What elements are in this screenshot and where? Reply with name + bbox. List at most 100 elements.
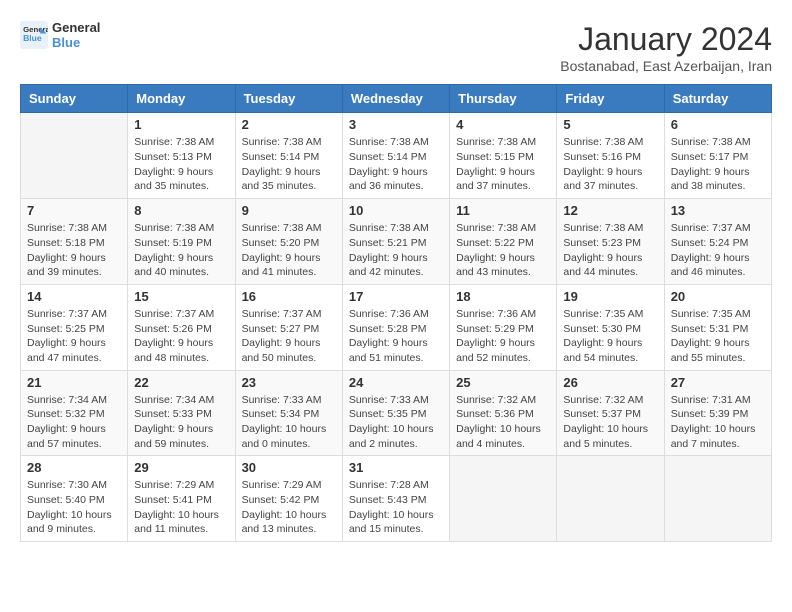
day-number: 10 <box>349 203 443 218</box>
day-info: Sunrise: 7:32 AMSunset: 5:37 PMDaylight:… <box>563 393 657 452</box>
calendar-body: 1Sunrise: 7:38 AMSunset: 5:13 PMDaylight… <box>21 113 772 542</box>
week-row-5: 28 Sunrise: 7:30 AMSunset: 5:40 PMDayligh… <box>21 456 772 542</box>
calendar-cell-w4-d2: 22 Sunrise: 7:34 AMSunset: 5:33 PMDayligh… <box>128 370 235 456</box>
day-info: Sunrise: 7:34 AMSunset: 5:32 PMDaylight:… <box>27 393 121 452</box>
day-number: 20 <box>671 289 765 304</box>
day-info: Sunrise: 7:38 AMSunset: 5:17 PMDaylight:… <box>671 135 765 194</box>
header-row: Sunday Monday Tuesday Wednesday Thursday… <box>21 85 772 113</box>
calendar-cell-w3-d7: 20 Sunrise: 7:35 AMSunset: 5:31 PMDayligh… <box>664 284 771 370</box>
day-number: 19 <box>563 289 657 304</box>
svg-text:Blue: Blue <box>23 33 42 43</box>
day-number: 5 <box>563 117 657 132</box>
header-wednesday: Wednesday <box>342 85 449 113</box>
day-number: 31 <box>349 460 443 475</box>
day-number: 16 <box>242 289 336 304</box>
day-number: 24 <box>349 375 443 390</box>
calendar-cell-w3-d6: 19 Sunrise: 7:35 AMSunset: 5:30 PMDayligh… <box>557 284 664 370</box>
day-info: Sunrise: 7:37 AMSunset: 5:25 PMDaylight:… <box>27 307 121 366</box>
day-info: Sunrise: 7:32 AMSunset: 5:36 PMDaylight:… <box>456 393 550 452</box>
calendar-cell-w1-d1 <box>21 113 128 199</box>
header-friday: Friday <box>557 85 664 113</box>
logo: General Blue General Blue <box>20 20 100 50</box>
day-number: 27 <box>671 375 765 390</box>
day-number: 17 <box>349 289 443 304</box>
calendar-cell-w3-d1: 14 Sunrise: 7:37 AMSunset: 5:25 PMDayligh… <box>21 284 128 370</box>
day-info: Sunrise: 7:30 AMSunset: 5:40 PMDaylight:… <box>27 478 121 537</box>
calendar-cell-w1-d2: 1Sunrise: 7:38 AMSunset: 5:13 PMDaylight… <box>128 113 235 199</box>
week-row-1: 1Sunrise: 7:38 AMSunset: 5:13 PMDaylight… <box>21 113 772 199</box>
day-number: 30 <box>242 460 336 475</box>
day-number: 18 <box>456 289 550 304</box>
title-block: January 2024 Bostanabad, East Azerbaijan… <box>560 20 772 74</box>
day-number: 23 <box>242 375 336 390</box>
day-info: Sunrise: 7:37 AMSunset: 5:24 PMDaylight:… <box>671 221 765 280</box>
day-number: 8 <box>134 203 228 218</box>
header-sunday: Sunday <box>21 85 128 113</box>
day-info: Sunrise: 7:38 AMSunset: 5:15 PMDaylight:… <box>456 135 550 194</box>
calendar-cell-w2-d4: 10 Sunrise: 7:38 AMSunset: 5:21 PMDayligh… <box>342 199 449 285</box>
day-number: 9 <box>242 203 336 218</box>
calendar-cell-w2-d2: 8 Sunrise: 7:38 AMSunset: 5:19 PMDaylight… <box>128 199 235 285</box>
day-number: 6 <box>671 117 765 132</box>
day-info: Sunrise: 7:35 AMSunset: 5:31 PMDaylight:… <box>671 307 765 366</box>
month-title: January 2024 <box>560 20 772 58</box>
calendar-cell-w5-d3: 30 Sunrise: 7:29 AMSunset: 5:42 PMDayligh… <box>235 456 342 542</box>
day-info: Sunrise: 7:38 AMSunset: 5:18 PMDaylight:… <box>27 221 121 280</box>
day-info: Sunrise: 7:36 AMSunset: 5:28 PMDaylight:… <box>349 307 443 366</box>
day-info: Sunrise: 7:38 AMSunset: 5:23 PMDaylight:… <box>563 221 657 280</box>
day-number: 12 <box>563 203 657 218</box>
calendar-cell-w4-d3: 23 Sunrise: 7:33 AMSunset: 5:34 PMDayligh… <box>235 370 342 456</box>
logo-text-line2: Blue <box>52 35 100 50</box>
day-info: Sunrise: 7:38 AMSunset: 5:14 PMDaylight:… <box>349 135 443 194</box>
day-number: 29 <box>134 460 228 475</box>
calendar-cell-w5-d7 <box>664 456 771 542</box>
calendar-cell-w5-d6 <box>557 456 664 542</box>
header-saturday: Saturday <box>664 85 771 113</box>
day-info: Sunrise: 7:38 AMSunset: 5:21 PMDaylight:… <box>349 221 443 280</box>
day-info: Sunrise: 7:29 AMSunset: 5:41 PMDaylight:… <box>134 478 228 537</box>
day-number: 21 <box>27 375 121 390</box>
week-row-3: 14 Sunrise: 7:37 AMSunset: 5:25 PMDayligh… <box>21 284 772 370</box>
location-subtitle: Bostanabad, East Azerbaijan, Iran <box>560 58 772 74</box>
day-info: Sunrise: 7:38 AMSunset: 5:20 PMDaylight:… <box>242 221 336 280</box>
day-info: Sunrise: 7:34 AMSunset: 5:33 PMDaylight:… <box>134 393 228 452</box>
calendar-cell-w1-d7: 6 Sunrise: 7:38 AMSunset: 5:17 PMDaylight… <box>664 113 771 199</box>
calendar-cell-w1-d6: 5Sunrise: 7:38 AMSunset: 5:16 PMDaylight… <box>557 113 664 199</box>
day-number: 14 <box>27 289 121 304</box>
day-info: Sunrise: 7:38 AMSunset: 5:13 PMDaylight:… <box>134 135 228 194</box>
day-info: Sunrise: 7:38 AMSunset: 5:19 PMDaylight:… <box>134 221 228 280</box>
header-tuesday: Tuesday <box>235 85 342 113</box>
day-number: 28 <box>27 460 121 475</box>
calendar-cell-w5-d4: 31 Sunrise: 7:28 AMSunset: 5:43 PMDayligh… <box>342 456 449 542</box>
calendar-cell-w3-d5: 18Sunrise: 7:36 AMSunset: 5:29 PMDayligh… <box>450 284 557 370</box>
week-row-4: 21 Sunrise: 7:34 AMSunset: 5:32 PMDayligh… <box>21 370 772 456</box>
calendar-cell-w2-d1: 7 Sunrise: 7:38 AMSunset: 5:18 PMDaylight… <box>21 199 128 285</box>
day-number: 15 <box>134 289 228 304</box>
calendar-cell-w5-d1: 28 Sunrise: 7:30 AMSunset: 5:40 PMDayligh… <box>21 456 128 542</box>
day-info: Sunrise: 7:38 AMSunset: 5:14 PMDaylight:… <box>242 135 336 194</box>
calendar-cell-w4-d1: 21 Sunrise: 7:34 AMSunset: 5:32 PMDayligh… <box>21 370 128 456</box>
day-info: Sunrise: 7:28 AMSunset: 5:43 PMDaylight:… <box>349 478 443 537</box>
day-info: Sunrise: 7:33 AMSunset: 5:35 PMDaylight:… <box>349 393 443 452</box>
day-number: 22 <box>134 375 228 390</box>
calendar-cell-w4-d7: 27 Sunrise: 7:31 AMSunset: 5:39 PMDayligh… <box>664 370 771 456</box>
day-info: Sunrise: 7:29 AMSunset: 5:42 PMDaylight:… <box>242 478 336 537</box>
day-info: Sunrise: 7:37 AMSunset: 5:27 PMDaylight:… <box>242 307 336 366</box>
calendar-cell-w1-d5: 4Sunrise: 7:38 AMSunset: 5:15 PMDaylight… <box>450 113 557 199</box>
day-info: Sunrise: 7:33 AMSunset: 5:34 PMDaylight:… <box>242 393 336 452</box>
day-info: Sunrise: 7:31 AMSunset: 5:39 PMDaylight:… <box>671 393 765 452</box>
calendar-cell-w5-d5 <box>450 456 557 542</box>
calendar-cell-w2-d5: 11Sunrise: 7:38 AMSunset: 5:22 PMDayligh… <box>450 199 557 285</box>
calendar-cell-w1-d3: 2Sunrise: 7:38 AMSunset: 5:14 PMDaylight… <box>235 113 342 199</box>
day-number: 13 <box>671 203 765 218</box>
calendar-table: Sunday Monday Tuesday Wednesday Thursday… <box>20 84 772 542</box>
calendar-cell-w3-d4: 17 Sunrise: 7:36 AMSunset: 5:28 PMDayligh… <box>342 284 449 370</box>
day-number: 7 <box>27 203 121 218</box>
calendar-cell-w3-d2: 15Sunrise: 7:37 AMSunset: 5:26 PMDayligh… <box>128 284 235 370</box>
calendar-cell-w1-d4: 3Sunrise: 7:38 AMSunset: 5:14 PMDaylight… <box>342 113 449 199</box>
day-info: Sunrise: 7:38 AMSunset: 5:22 PMDaylight:… <box>456 221 550 280</box>
logo-text-line1: General <box>52 20 100 35</box>
calendar-header: Sunday Monday Tuesday Wednesday Thursday… <box>21 85 772 113</box>
day-info: Sunrise: 7:35 AMSunset: 5:30 PMDaylight:… <box>563 307 657 366</box>
day-number: 26 <box>563 375 657 390</box>
